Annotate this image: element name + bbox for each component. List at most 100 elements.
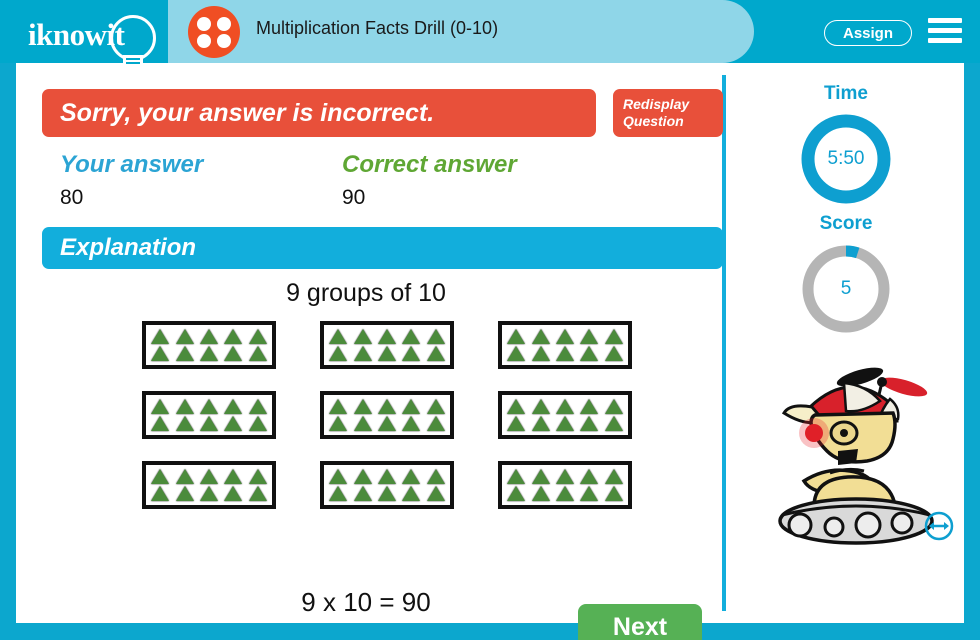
triangle-icon: [426, 329, 445, 344]
triangle-icon: [507, 416, 526, 431]
explanation-heading: Explanation: [42, 227, 723, 269]
triangle-icon: [353, 346, 372, 361]
triangle-icon: [507, 486, 526, 501]
triangle-icon: [151, 399, 170, 414]
group-box: [498, 321, 632, 369]
triangle-icon: [199, 416, 218, 431]
triangle-icon: [555, 329, 574, 344]
triangle-icon: [402, 469, 421, 484]
triangle-icon: [580, 486, 599, 501]
triangle-icon: [199, 469, 218, 484]
triangle-icon: [329, 416, 348, 431]
triangle-icon: [426, 416, 445, 431]
triangle-icon: [199, 486, 218, 501]
group-box: [498, 461, 632, 509]
group-box: [498, 391, 632, 439]
group-box: [320, 461, 454, 509]
triangle-icon: [604, 416, 623, 431]
score-value: 5: [840, 278, 852, 299]
triangle-icon: [426, 399, 445, 414]
triangle-icon: [580, 346, 599, 361]
triangle-icon: [248, 329, 267, 344]
triangle-icon: [151, 416, 170, 431]
triangle-icon: [507, 469, 526, 484]
triangle-icon: [555, 469, 574, 484]
triangle-icon: [248, 399, 267, 414]
lightbulb-base-icon: [123, 55, 143, 67]
group-box: [142, 391, 276, 439]
triangle-icon: [151, 346, 170, 361]
triangle-icon: [199, 399, 218, 414]
group-box: [142, 321, 276, 369]
triangle-icon: [580, 329, 599, 344]
status-sidebar: Time 5:50 Score 5: [728, 63, 964, 623]
triangle-icon: [224, 486, 243, 501]
main-panel: Sorry, your answer is incorrect. Redispl…: [16, 63, 964, 640]
triangle-icon: [248, 416, 267, 431]
triangle-icon: [329, 346, 348, 361]
page-title: Multiplication Facts Drill (0-10): [256, 18, 499, 38]
triangle-icon: [329, 329, 348, 344]
score-meter: Score 5: [728, 213, 964, 337]
your-answer-label: Your answer: [60, 151, 204, 178]
assign-button[interactable]: Assign: [823, 20, 912, 46]
triangle-icon: [604, 399, 623, 414]
triangle-icon: [580, 416, 599, 431]
triangle-icon: [604, 329, 623, 344]
triangle-icon: [199, 346, 218, 361]
triangle-icon: [377, 486, 396, 501]
triangle-icon: [248, 346, 267, 361]
triangle-icon: [224, 469, 243, 484]
triangle-icon: [402, 416, 421, 431]
question-content: Sorry, your answer is incorrect. Redispl…: [16, 63, 723, 640]
triangle-icon: [531, 486, 550, 501]
triangle-icon: [555, 486, 574, 501]
hamburger-menu-icon[interactable]: [928, 18, 962, 46]
triangle-icon: [224, 399, 243, 414]
triangle-icon: [377, 399, 396, 414]
app-root: iknowit Multiplication Facts Drill (0-10…: [0, 0, 980, 640]
triangle-icon: [604, 469, 623, 484]
triangle-icon: [175, 486, 194, 501]
brand-logo[interactable]: iknowit: [28, 13, 164, 67]
next-button[interactable]: Next: [578, 604, 702, 640]
group-array-diagram: [142, 321, 632, 509]
panel-divider: [722, 75, 726, 611]
redisplay-question-button[interactable]: Redisplay Question: [613, 89, 723, 137]
redisplay-line-2: Question: [623, 113, 684, 129]
triangle-icon: [555, 346, 574, 361]
triangle-icon: [329, 399, 348, 414]
resize-horizontal-icon[interactable]: [924, 511, 954, 541]
triangle-icon: [175, 329, 194, 344]
triangle-icon: [555, 399, 574, 414]
lesson-title-bar: Multiplication Facts Drill (0-10): [168, 0, 754, 63]
triangle-icon: [175, 399, 194, 414]
app-header: iknowit Multiplication Facts Drill (0-10…: [0, 0, 980, 67]
triangle-icon: [531, 399, 550, 414]
triangle-icon: [353, 329, 372, 344]
triangle-icon: [604, 486, 623, 501]
triangle-icon: [531, 469, 550, 484]
triangle-icon: [175, 346, 194, 361]
triangle-icon: [377, 416, 396, 431]
triangle-icon: [353, 469, 372, 484]
correct-answer-label: Correct answer: [342, 151, 517, 178]
explanation-caption: 9 groups of 10: [286, 279, 446, 307]
triangle-icon: [426, 346, 445, 361]
your-answer-block: Your answer 80: [60, 151, 203, 210]
triangle-icon: [426, 486, 445, 501]
triangle-icon: [531, 416, 550, 431]
triangle-icon: [224, 416, 243, 431]
triangle-icon: [353, 486, 372, 501]
brand-logo-text: iknowit: [28, 17, 125, 52]
triangle-icon: [402, 329, 421, 344]
group-box: [320, 321, 454, 369]
triangle-icon: [377, 346, 396, 361]
triangle-icon: [175, 469, 194, 484]
triangle-icon: [580, 399, 599, 414]
time-ring: 5:50: [798, 111, 894, 207]
group-box: [142, 461, 276, 509]
your-answer-value: 80: [60, 186, 84, 209]
triangle-icon: [224, 346, 243, 361]
feedback-banner: Sorry, your answer is incorrect.: [42, 89, 596, 137]
